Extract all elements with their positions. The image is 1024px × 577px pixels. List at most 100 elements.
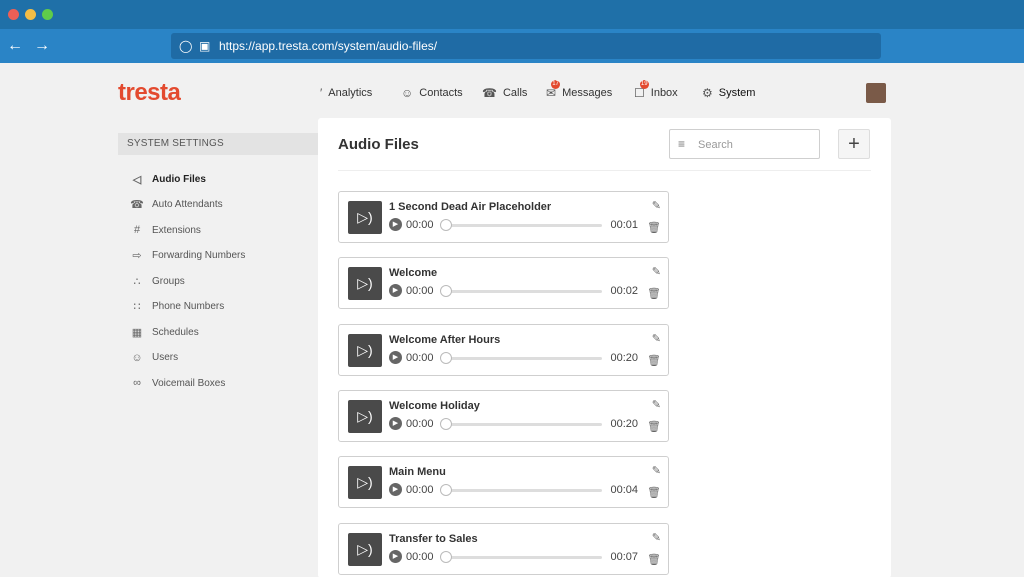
progress-track[interactable] <box>442 356 602 360</box>
sidebar-item-label: Users <box>152 352 179 363</box>
audio-file-name: Welcome After Hours <box>389 333 501 346</box>
phone-menu-icon: ☎ <box>130 199 144 211</box>
play-button[interactable]: ▶ <box>389 218 402 231</box>
play-button[interactable]: ▶ <box>389 350 402 364</box>
nav-inbox[interactable]: ☐ 19 Inbox <box>634 80 678 104</box>
search-placeholder: Search <box>698 139 733 151</box>
edit-icon[interactable]: ✎ <box>652 398 661 411</box>
maximize-window-button[interactable] <box>42 9 53 20</box>
audio-file-card: ▷) Main Menu ▶ 00:00 00:04 ✎ 🗑 <box>338 456 669 509</box>
audio-file-card: ▷) Transfer to Sales ▶ 00:00 00:07 ✎ 🗑 <box>338 522 669 575</box>
address-bar[interactable]: ◯ ▣ https://app.tresta.com/system/audio-… <box>171 33 881 59</box>
play-button[interactable]: ▶ <box>389 284 402 298</box>
forward-arrow-icon[interactable]: → <box>31 35 53 57</box>
sidebar-item-groups[interactable]: ∴ Groups <box>128 273 185 289</box>
nav-label: Inbox <box>650 87 678 99</box>
sidebar-item-phone-numbers[interactable]: ∷ Phone Numbers <box>128 299 225 315</box>
minimize-window-button[interactable] <box>25 9 36 20</box>
edit-icon[interactable]: ✎ <box>652 199 661 212</box>
close-window-button[interactable] <box>8 9 19 20</box>
nav-contacts[interactable]: ☺ Contacts <box>401 82 463 104</box>
progress-handle[interactable] <box>440 550 452 563</box>
notification-badge: 19 <box>639 80 649 89</box>
audio-file-card: ▷) Welcome ▶ 00:00 00:02 ✎ 🗑 <box>338 257 669 310</box>
notification-badge: 17 <box>551 80 561 89</box>
audio-file-card: ▷) 1 Second Dead Air Placeholder ▶ 00:00 00:… <box>338 191 669 243</box>
current-time: 00:00 <box>406 550 434 563</box>
chart-icon: ′ <box>320 86 323 100</box>
person-icon: ☺ <box>401 86 414 100</box>
url-text: https://app.tresta.com/system/audio-file… <box>219 39 438 53</box>
audio-file-name: Welcome Holiday <box>389 399 480 412</box>
user-avatar[interactable] <box>866 83 886 103</box>
tresta-logo[interactable]: tresta <box>118 79 181 107</box>
speaker-icon: ▷) <box>348 466 382 500</box>
nav-label: Calls <box>502 87 528 99</box>
browser-toolbar: ← → ◯ ▣ https://app.tresta.com/system/au… <box>0 29 1024 63</box>
sidebar-item-voicemail-boxes[interactable]: ∞ Voicemail Boxes <box>128 375 225 391</box>
sidebar-title: SYSTEM SETTINGS <box>118 133 318 155</box>
trash-icon[interactable]: 🗑 <box>647 221 661 234</box>
play-button[interactable]: ▶ <box>389 483 402 497</box>
sidebar-item-label: Phone Numbers <box>152 301 225 312</box>
nav-calls[interactable]: ☎ Calls <box>482 82 527 104</box>
sidebar-item-label: Forwarding Numbers <box>152 250 246 261</box>
duration: 00:02 <box>610 285 638 298</box>
sidebar-item-extensions[interactable]: # Extensions <box>128 222 201 238</box>
edit-icon[interactable]: ✎ <box>652 464 661 477</box>
trash-icon[interactable]: 🗑 <box>647 553 661 566</box>
sidebar-item-label: Auto Attendants <box>152 199 223 210</box>
sidebar-item-auto-attendants[interactable]: ☎ Auto Attendants <box>128 197 223 213</box>
play-button[interactable]: ▶ <box>389 549 402 563</box>
duration: 00:20 <box>610 417 638 430</box>
keypad-icon: ∷ <box>133 301 141 313</box>
group-icon: ∴ <box>133 275 141 288</box>
nav-label: Contacts <box>419 87 463 99</box>
edit-icon[interactable]: ✎ <box>652 265 661 278</box>
audio-file-card: ▷) Welcome Holiday ▶ 00:00 00:20 ✎ 🗑 <box>338 389 669 442</box>
nav-system[interactable]: ⚙ System <box>702 82 755 104</box>
sidebar-item-users[interactable]: ☺ Users <box>128 350 178 366</box>
nav-analytics[interactable]: ′ Analytics <box>320 82 372 104</box>
trash-icon[interactable]: 🗑 <box>647 287 661 300</box>
forward-arrow-icon: ⇨ <box>132 250 142 262</box>
sidebar-item-audio-files[interactable]: ◁ Audio Files <box>128 171 206 187</box>
trash-icon[interactable]: 🗑 <box>647 420 661 433</box>
back-arrow-icon[interactable]: ← <box>4 35 26 57</box>
current-time: 00:00 <box>406 285 434 298</box>
speaker-icon: ▷) <box>348 201 382 234</box>
progress-handle[interactable] <box>440 351 452 364</box>
progress-track[interactable] <box>442 422 602 426</box>
progress-track[interactable] <box>442 555 602 559</box>
edit-icon[interactable]: ✎ <box>652 531 661 544</box>
nav-messages[interactable]: ✉ 17 Messages <box>546 80 612 104</box>
play-button[interactable]: ▶ <box>389 416 402 430</box>
sidebar-item-schedules[interactable]: ▦ Schedules <box>128 324 199 340</box>
divider <box>338 170 871 171</box>
trash-icon[interactable]: 🗑 <box>647 486 661 499</box>
progress-handle[interactable] <box>440 484 452 497</box>
progress-handle[interactable] <box>440 417 452 430</box>
trash-icon[interactable]: 🗑 <box>647 354 661 367</box>
speaker-icon: ▷) <box>348 267 382 301</box>
speaker-icon: ▷) <box>348 532 382 566</box>
sidebar-item-forwarding-numbers[interactable]: ⇨ Forwarding Numbers <box>128 248 245 264</box>
voicemail-icon: ∞ <box>133 377 141 389</box>
edit-icon[interactable]: ✎ <box>652 332 661 345</box>
sidebar-item-label: Voicemail Boxes <box>152 377 226 389</box>
search-input[interactable]: ≡ Search <box>669 129 820 159</box>
add-audio-file-button[interactable]: + <box>838 129 870 159</box>
progress-track[interactable] <box>442 224 602 227</box>
speaker-icon: ▷) <box>348 333 382 367</box>
progress-track[interactable] <box>442 489 602 493</box>
speaker-icon: ▷) <box>348 399 382 433</box>
progress-track[interactable] <box>442 290 602 294</box>
phone-box-icon: ☎ <box>482 86 497 100</box>
duration: 00:01 <box>610 219 638 231</box>
current-time: 00:00 <box>406 219 434 231</box>
inbox-icon: ☐ 19 <box>634 80 649 100</box>
progress-handle[interactable] <box>440 285 452 298</box>
nav-label: Analytics <box>328 87 373 99</box>
audio-file-name: Main Menu <box>389 466 446 479</box>
progress-handle[interactable] <box>440 219 452 231</box>
